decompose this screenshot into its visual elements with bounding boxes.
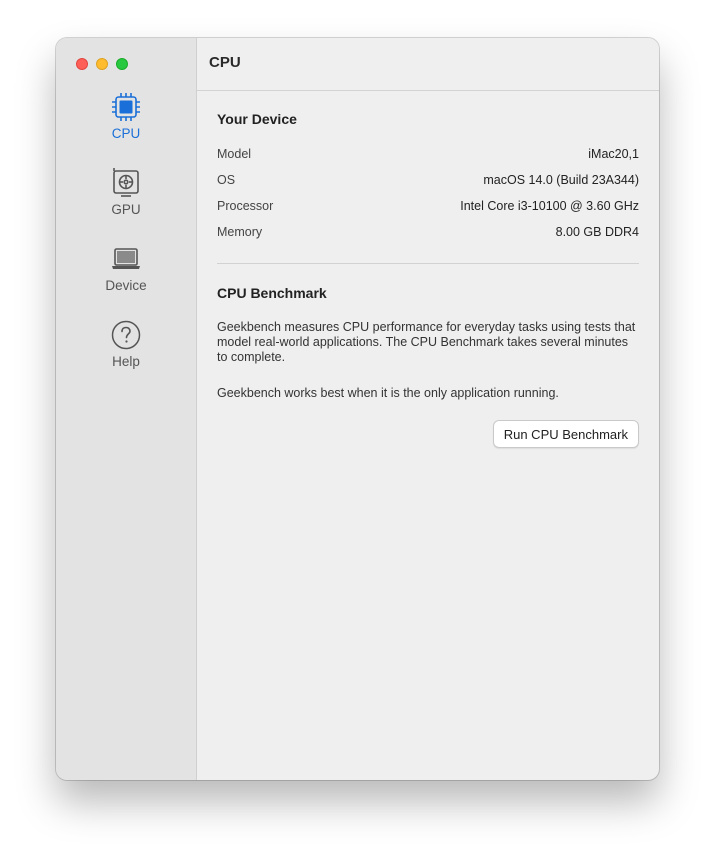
info-label: Processor	[217, 199, 274, 213]
sidebar: CPU GPU Device Help	[56, 38, 197, 780]
sidebar-item-label: GPU	[111, 202, 141, 217]
info-row-processor: Processor Intel Core i3-10100 @ 3.60 GHz	[217, 199, 639, 217]
sidebar-item-help[interactable]: Help	[56, 319, 196, 383]
laptop-icon	[112, 248, 140, 269]
sidebar-item-cpu[interactable]: CPU	[56, 91, 196, 155]
sidebar-item-label: CPU	[111, 126, 141, 141]
page-title: CPU	[209, 54, 241, 71]
info-row-model: Model iMac20,1	[217, 147, 639, 165]
app-window: CPU GPU Device Help CPU Your Device Mode…	[56, 38, 659, 780]
info-label: Memory	[217, 225, 263, 239]
gpu-card-icon	[113, 168, 139, 197]
info-value: macOS 14.0 (Build 23A344)	[483, 173, 639, 187]
benchmark-description: Geekbench measures CPU performance for e…	[217, 320, 636, 364]
info-value: 8.00 GB DDR4	[555, 225, 639, 239]
sidebar-item-device[interactable]: Device	[56, 243, 196, 307]
section-divider	[217, 263, 639, 264]
cpu-chip-icon	[112, 93, 140, 121]
run-cpu-benchmark-button[interactable]: Run CPU Benchmark	[492, 420, 639, 448]
close-window-button[interactable]	[76, 58, 88, 70]
info-label: Model	[217, 147, 252, 161]
main-panel: CPU Your Device Model iMac20,1 OS macOS …	[197, 38, 659, 780]
your-device-heading: Your Device	[217, 111, 297, 127]
info-row-os: OS macOS 14.0 (Build 23A344)	[217, 173, 639, 191]
help-question-icon	[111, 320, 141, 350]
toolbar: CPU	[197, 38, 659, 91]
info-label: OS	[217, 173, 236, 187]
maximize-window-button[interactable]	[116, 58, 128, 70]
sidebar-item-label: Device	[105, 278, 147, 293]
sidebar-item-gpu[interactable]: GPU	[56, 167, 196, 231]
info-row-memory: Memory 8.00 GB DDR4	[217, 225, 639, 243]
info-value: Intel Core i3-10100 @ 3.60 GHz	[460, 199, 639, 213]
benchmark-note: Geekbench works best when it is the only…	[217, 386, 559, 400]
cpu-benchmark-heading: CPU Benchmark	[217, 285, 327, 301]
info-value: iMac20,1	[588, 147, 639, 161]
minimize-window-button[interactable]	[96, 58, 108, 70]
sidebar-item-label: Help	[112, 354, 140, 369]
